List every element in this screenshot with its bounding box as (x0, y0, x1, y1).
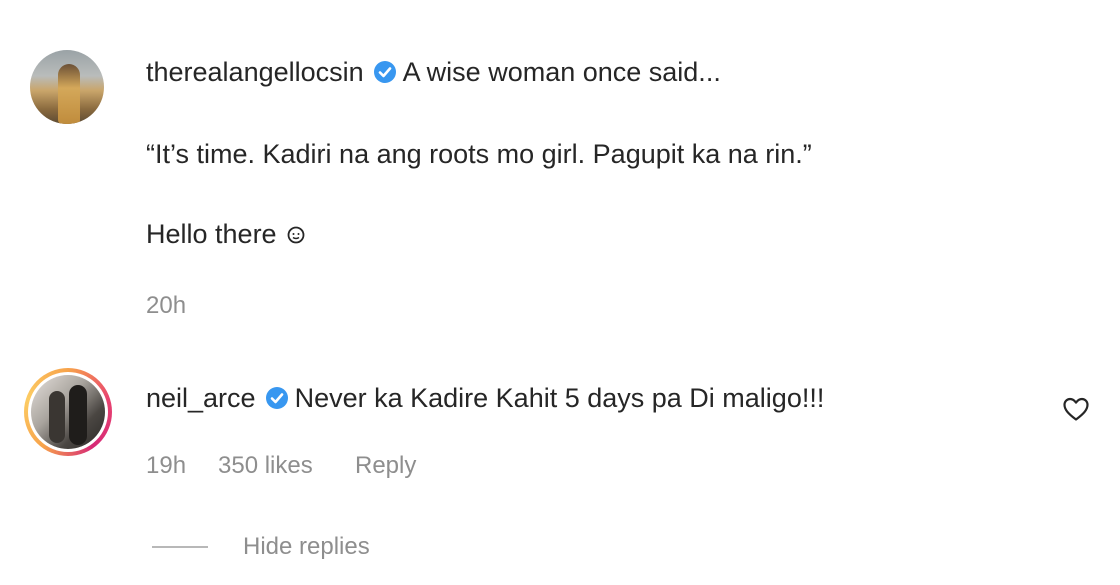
reply-button[interactable]: Reply (355, 452, 416, 480)
comment-text-line-1: A wise woman once said... (402, 57, 721, 87)
comment-header: neil_arce Never ka Kadire Kahit 5 days pa… (146, 382, 824, 414)
face-emoji-icon (287, 226, 304, 244)
comment-text: Never ka Kadire Kahit 5 days pa Di malig… (294, 383, 825, 413)
comment-closing-line: Hello there (146, 218, 307, 250)
comment-username[interactable]: therealangellocsin (146, 57, 364, 87)
comment-quote: “It’s time. Kadiri na ang roots mo girl.… (146, 139, 812, 169)
avatar[interactable] (31, 375, 105, 449)
avatar-photo (58, 64, 80, 124)
heart-outline-icon[interactable] (1062, 396, 1090, 422)
avatar-photo (49, 391, 65, 443)
like-count[interactable]: 350 likes (218, 452, 313, 480)
replies-divider (152, 546, 208, 548)
comment-closing-text: Hello there (146, 219, 277, 249)
comment-timestamp: 20h (146, 292, 187, 319)
avatar[interactable] (30, 50, 104, 124)
comment-username[interactable]: neil_arce (146, 383, 256, 413)
verified-badge-icon (265, 387, 288, 409)
comment-timestamp: 19h (146, 452, 187, 479)
verified-badge-icon (373, 61, 396, 83)
comment-header: therealangellocsin A wise woman once said… (146, 56, 721, 88)
hide-replies-button[interactable]: Hide replies (243, 533, 370, 561)
